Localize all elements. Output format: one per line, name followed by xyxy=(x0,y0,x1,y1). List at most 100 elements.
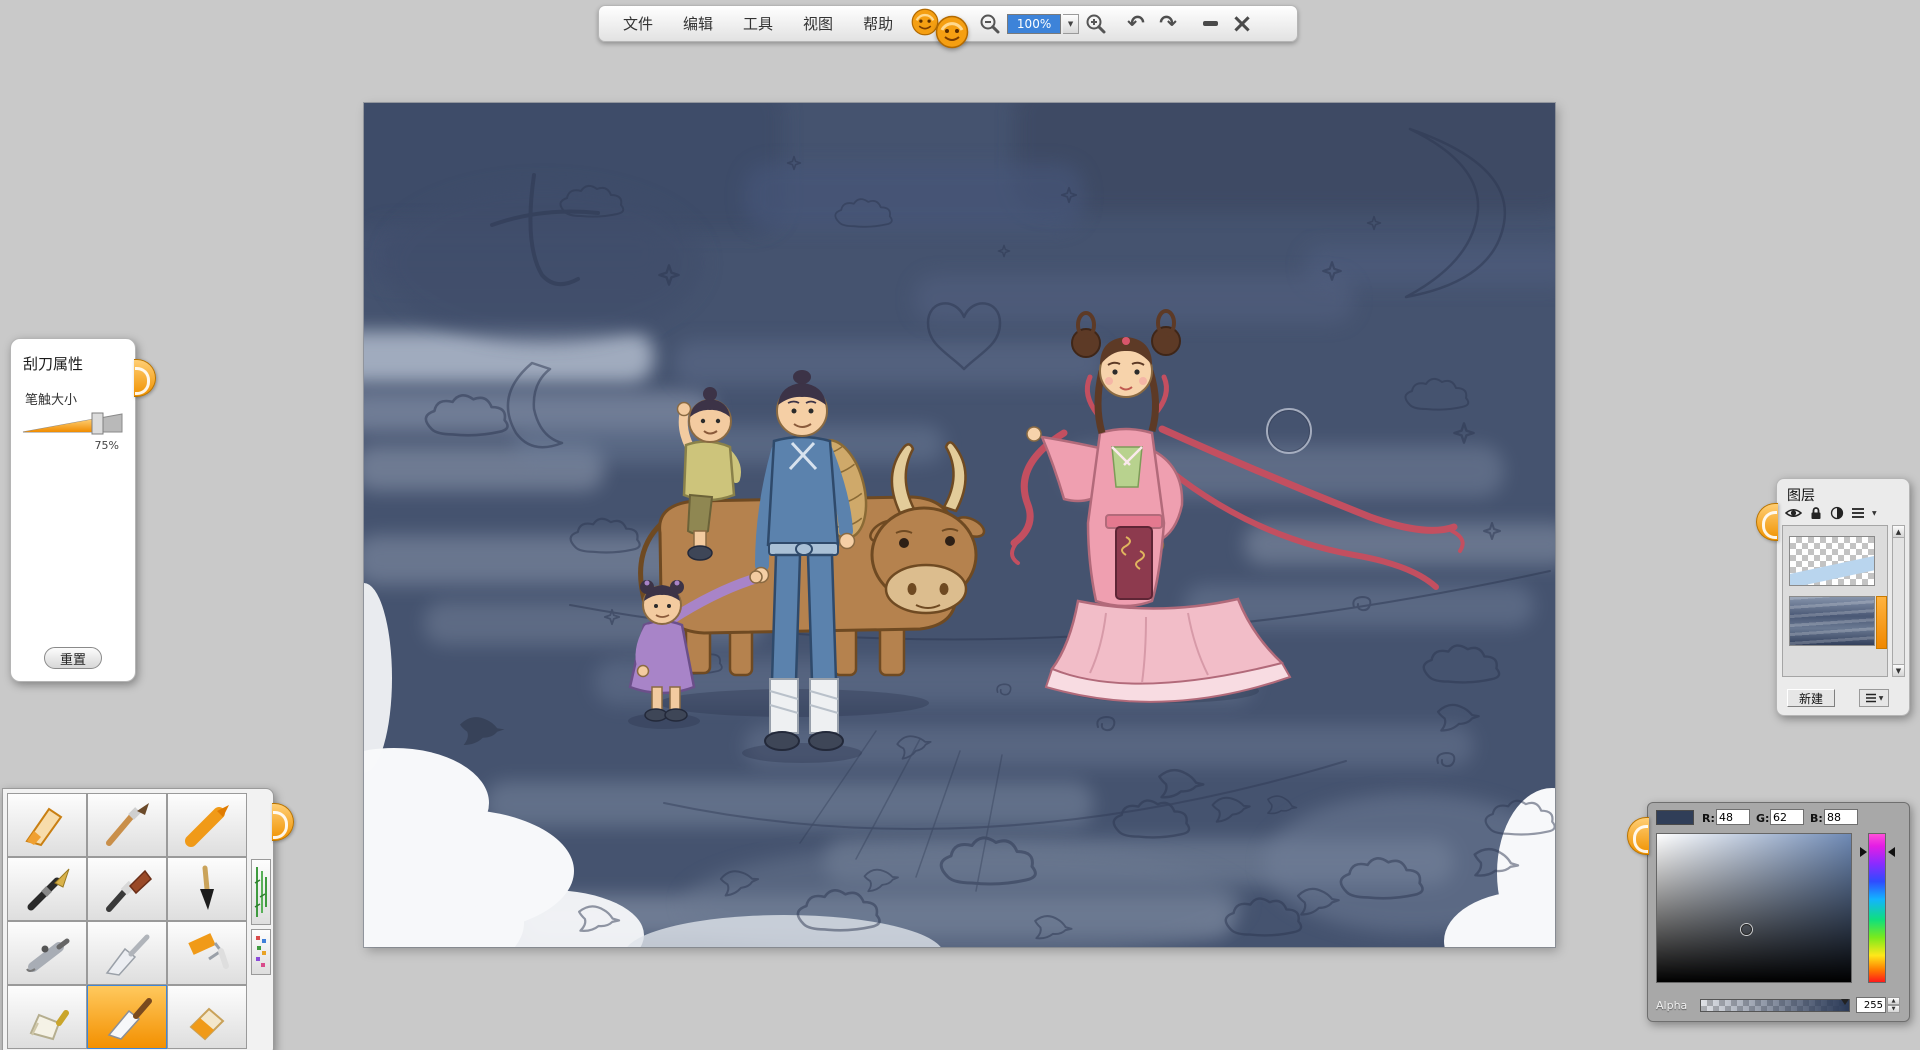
airbrush-icon xyxy=(19,929,75,977)
palette-knife-icon xyxy=(99,929,155,977)
mascot-face-icon xyxy=(935,15,969,49)
contrast-icon[interactable] xyxy=(1830,506,1844,520)
scraper-properties-panel: 刮刀属性 笔触大小 75% 重置 xyxy=(10,338,136,682)
app-logo[interactable] xyxy=(909,5,973,42)
layer-list xyxy=(1782,525,1888,677)
panel-tab-handle[interactable] xyxy=(1627,817,1649,855)
paint-roller-icon xyxy=(179,929,235,977)
tool-button-crayon[interactable] xyxy=(167,793,247,857)
close-icon: × xyxy=(1231,11,1253,37)
minimize-icon xyxy=(1203,21,1218,26)
alpha-spinner: ▲ ▼ xyxy=(1887,997,1900,1013)
scroll-up-button[interactable]: ▲ xyxy=(1892,525,1905,538)
tool-button-paint-tube[interactable] xyxy=(7,985,87,1049)
saturation-value-gradient[interactable] xyxy=(1656,833,1852,983)
tool-button-texture-stamp[interactable] xyxy=(251,929,271,975)
close-button[interactable]: × xyxy=(1227,10,1257,38)
color-picker-panel: R: G: B: Alpha ▲ ▼ xyxy=(1647,802,1910,1022)
tool-button-scraper[interactable] xyxy=(87,985,167,1049)
menu-file[interactable]: 文件 xyxy=(609,6,667,41)
alpha-input[interactable] xyxy=(1856,997,1886,1013)
layer-scrollbar[interactable]: ▲ ▼ xyxy=(1892,525,1905,677)
oil-brush-icon xyxy=(99,865,155,913)
menu-view[interactable]: 视图 xyxy=(789,6,847,41)
zoom-out-button[interactable] xyxy=(975,10,1005,38)
fountain-pen-icon xyxy=(19,865,75,913)
undo-button[interactable]: ↶ xyxy=(1121,10,1151,38)
undo-icon: ↶ xyxy=(1127,13,1145,34)
b-label: B: xyxy=(1810,812,1823,825)
reset-button[interactable]: 重置 xyxy=(44,647,102,669)
minimize-button[interactable] xyxy=(1195,10,1225,38)
tool-button-oil-brush[interactable] xyxy=(87,857,167,921)
slider-handle[interactable] xyxy=(92,413,103,434)
panel-tab-handle[interactable] xyxy=(1756,503,1778,541)
redo-button[interactable]: ↷ xyxy=(1153,10,1183,38)
alpha-gradient xyxy=(1701,1000,1849,1011)
app-background: 文件 编辑 工具 视图 帮助 10 xyxy=(0,0,1920,1050)
g-input[interactable] xyxy=(1770,809,1804,825)
chevron-down-icon: ▼ xyxy=(1068,20,1073,28)
panel-tab-handle[interactable] xyxy=(134,359,156,397)
zoom-in-button[interactable] xyxy=(1081,10,1111,38)
scroll-down-button[interactable]: ▼ xyxy=(1892,664,1905,677)
menu-tools[interactable]: 工具 xyxy=(729,6,787,41)
list-icon[interactable] xyxy=(1851,507,1865,519)
r-input[interactable] xyxy=(1716,809,1750,825)
zoom-in-icon xyxy=(1085,13,1107,35)
chevron-down-icon[interactable]: ▼ xyxy=(1872,510,1877,517)
tool-button-paint-roller[interactable] xyxy=(167,921,247,985)
menu-edit[interactable]: 编辑 xyxy=(669,6,727,41)
r-label: R: xyxy=(1702,812,1715,825)
menu-help[interactable]: 帮助 xyxy=(849,6,907,41)
texture-stamp-icon xyxy=(254,933,268,971)
tool-button-palette-knife[interactable] xyxy=(87,921,167,985)
zoom-level-field[interactable]: 100% xyxy=(1007,14,1061,34)
b-input[interactable] xyxy=(1824,809,1858,825)
layers-panel: 图层 ▼ xyxy=(1776,478,1910,716)
spinner-up-button[interactable]: ▲ xyxy=(1887,997,1900,1005)
hue-marker-left-icon xyxy=(1860,847,1867,857)
new-layer-button[interactable]: 新建 xyxy=(1787,689,1835,707)
hue-marker-right-icon xyxy=(1888,847,1895,857)
paint-tube-icon xyxy=(19,993,75,1041)
tool-button-fountain-pen[interactable] xyxy=(7,857,87,921)
layer-item-top[interactable] xyxy=(1789,536,1875,586)
brush-size-slider[interactable] xyxy=(22,411,126,437)
tool-button-ink-brush[interactable] xyxy=(167,857,247,921)
layer-menu-button[interactable]: ▼ xyxy=(1859,689,1889,707)
crayon-icon xyxy=(179,801,235,849)
brush-size-value: 75% xyxy=(95,439,119,452)
g-label: G: xyxy=(1756,812,1769,825)
color-position-indicator xyxy=(1741,924,1752,935)
list-icon xyxy=(1865,693,1877,703)
alpha-label: Alpha xyxy=(1656,999,1687,1012)
hue-slider[interactable] xyxy=(1868,833,1886,983)
tool-button-airbrush[interactable] xyxy=(7,921,87,985)
redo-icon: ↷ xyxy=(1159,13,1177,34)
bamboo-pen-icon xyxy=(253,863,269,921)
spinner-down-button[interactable]: ▼ xyxy=(1887,1005,1900,1013)
tool-grid xyxy=(7,793,247,1049)
tool-button-paint-brush[interactable] xyxy=(87,793,167,857)
scraper-icon xyxy=(99,993,155,1041)
ink-brush-icon xyxy=(179,865,235,913)
alpha-slider[interactable] xyxy=(1700,999,1850,1012)
panel-tab-handle[interactable] xyxy=(272,803,294,841)
layer-item-background[interactable] xyxy=(1789,596,1875,646)
zoom-out-icon xyxy=(979,13,1001,35)
painting-canvas[interactable] xyxy=(364,103,1555,947)
main-toolbar: 文件 编辑 工具 视图 帮助 10 xyxy=(598,5,1298,42)
zoom-dropdown-button[interactable]: ▼ xyxy=(1063,14,1079,34)
chevron-down-icon: ▼ xyxy=(1879,695,1884,702)
tool-button-bamboo-pen[interactable] xyxy=(251,859,271,925)
layer-toolbar: ▼ xyxy=(1785,506,1877,520)
lock-icon[interactable] xyxy=(1809,506,1823,520)
tool-button-eraser[interactable] xyxy=(167,985,247,1049)
painting-illustration xyxy=(364,103,1555,947)
current-color-swatch[interactable] xyxy=(1656,810,1694,825)
layer-thumbnail xyxy=(1790,597,1874,645)
tool-button-pastel-stick[interactable] xyxy=(7,793,87,857)
eye-icon[interactable] xyxy=(1785,506,1802,520)
layer-thumbnail xyxy=(1790,537,1874,585)
